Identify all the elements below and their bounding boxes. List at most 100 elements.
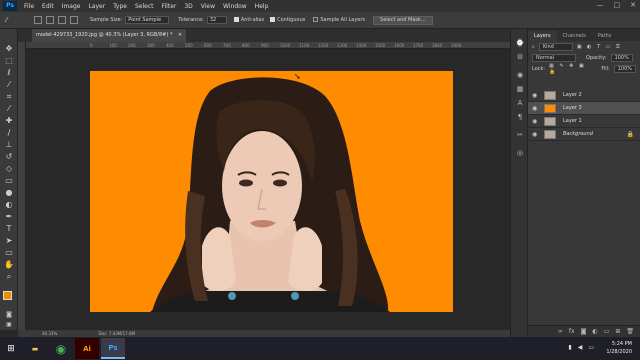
- select-and-mask-button[interactable]: Select and Mask...: [373, 15, 433, 25]
- fill-input[interactable]: 100%: [613, 64, 636, 73]
- lock-icons[interactable]: ▦ ✎ ✥ ▣ 🔒: [549, 63, 591, 75]
- add-mask-icon[interactable]: ◙: [581, 328, 587, 335]
- chrome-icon[interactable]: ◉: [49, 338, 73, 359]
- character-panel-icon[interactable]: A: [515, 99, 525, 108]
- clone-stamp-icon[interactable]: ⊥: [3, 140, 15, 150]
- battery-icon[interactable]: ▭: [588, 344, 594, 351]
- menu-view[interactable]: View: [197, 3, 219, 10]
- menu-3d[interactable]: 3D: [180, 3, 196, 10]
- menu-filter[interactable]: Filter: [158, 3, 181, 10]
- rectangle-tool-icon[interactable]: ▭: [3, 248, 15, 258]
- windows-start-icon[interactable]: ⊞: [0, 337, 22, 360]
- new-group-icon[interactable]: ▭: [604, 328, 610, 335]
- menu-layer[interactable]: Layer: [84, 3, 109, 10]
- properties-panel-icon[interactable]: ⚙: [515, 53, 525, 62]
- layer-row[interactable]: ◉ Layer 2: [528, 89, 640, 102]
- menu-select[interactable]: Select: [131, 3, 158, 10]
- maximize-button[interactable]: □: [614, 1, 621, 9]
- new-selection-icon[interactable]: [34, 16, 42, 24]
- crop-tool-icon[interactable]: ⌗: [3, 92, 15, 102]
- eye-icon[interactable]: ◉: [532, 115, 537, 128]
- sample-size-select[interactable]: Point Sample: [125, 16, 170, 24]
- magic-wand-tool-icon[interactable]: ⁄: [6, 16, 14, 24]
- paragraph-panel-icon[interactable]: ¶: [515, 113, 525, 122]
- hand-tool-icon[interactable]: ✋: [3, 260, 15, 270]
- color-panel-icon[interactable]: ◉: [515, 71, 525, 80]
- fill-label: Fill:: [601, 65, 610, 72]
- eye-icon[interactable]: ◉: [532, 89, 537, 102]
- layer-style-icon[interactable]: fx: [569, 328, 575, 335]
- blur-tool-icon[interactable]: ●: [3, 188, 15, 198]
- menu-help[interactable]: Help: [251, 3, 273, 10]
- menu-edit[interactable]: Edit: [38, 3, 58, 10]
- clock[interactable]: 5:24 PM 1/28/2020: [606, 340, 632, 356]
- menu-image[interactable]: Image: [58, 3, 85, 10]
- zoom-level[interactable]: 40.33%: [42, 331, 57, 336]
- tolerance-input[interactable]: 32: [206, 16, 227, 24]
- network-icon[interactable]: ▮: [568, 344, 571, 351]
- lasso-tool-icon[interactable]: ℓ: [3, 68, 15, 78]
- libraries-panel-icon[interactable]: ◎: [515, 149, 525, 158]
- layer-row[interactable]: ◉ Layer 1: [528, 115, 640, 128]
- marquee-tool-icon[interactable]: ⬚: [3, 56, 15, 66]
- magic-wand-icon[interactable]: ⁄: [3, 80, 15, 90]
- gradient-tool-icon[interactable]: ▭: [3, 176, 15, 186]
- healing-brush-icon[interactable]: ✚: [3, 116, 15, 126]
- eye-icon[interactable]: ◉: [532, 102, 537, 115]
- eraser-tool-icon[interactable]: ◇: [3, 164, 15, 174]
- tab-paths[interactable]: Paths: [592, 31, 618, 41]
- link-layers-icon[interactable]: ∞: [558, 328, 563, 335]
- menu-window[interactable]: Window: [219, 3, 251, 10]
- history-brush-icon[interactable]: ↺: [3, 152, 15, 162]
- layer-row[interactable]: ◉ Background 🔒: [528, 128, 640, 141]
- brush-tool-icon[interactable]: ∕: [3, 128, 15, 138]
- kind-filter-select[interactable]: Kind: [538, 42, 573, 51]
- tab-layers[interactable]: Layers: [528, 31, 557, 41]
- type-tool-icon[interactable]: T: [3, 224, 15, 234]
- tools-panel: ✥ ⬚ ℓ ⁄ ⌗ ⁄ ✚ ∕ ⊥ ↺ ◇ ▭ ● ◐ ✒ T ➤ ▭ ✋ ⌕ …: [0, 29, 18, 330]
- foreground-color-swatch[interactable]: [3, 291, 12, 300]
- opacity-input[interactable]: 100%: [610, 53, 633, 62]
- eyedropper-tool-icon[interactable]: ⁄: [3, 104, 15, 114]
- contiguous-checkbox[interactable]: Contiguous: [270, 17, 305, 23]
- minimize-button[interactable]: —: [597, 1, 604, 9]
- adjustment-layer-icon[interactable]: ◐: [592, 328, 597, 335]
- intersect-selection-icon[interactable]: [70, 16, 78, 24]
- blend-mode-select[interactable]: Normal: [532, 53, 576, 62]
- menu-bar: Ps File Edit Image Layer Type Select Fil…: [0, 0, 640, 12]
- layer-row[interactable]: ◉ Layer 3: [528, 102, 640, 115]
- swatches-panel-icon[interactable]: ▦: [515, 85, 525, 94]
- ruler-tick: 1200: [318, 43, 329, 48]
- screen-mode-icon[interactable]: ▣: [3, 320, 15, 330]
- history-panel-icon[interactable]: ⌚: [515, 39, 525, 48]
- photoshop-icon[interactable]: Ps: [101, 338, 125, 359]
- tools-panel-icon[interactable]: ✂: [515, 131, 525, 140]
- delete-layer-icon[interactable]: 🗑: [626, 328, 634, 335]
- dodge-tool-icon[interactable]: ◐: [3, 200, 15, 210]
- menu-type[interactable]: Type: [109, 3, 131, 10]
- anti-alias-checkbox[interactable]: Anti-alias: [233, 17, 264, 23]
- add-selection-icon[interactable]: [46, 16, 54, 24]
- new-layer-icon[interactable]: ⊞: [615, 328, 620, 335]
- close-window-button[interactable]: ✕: [630, 1, 636, 9]
- zoom-tool-icon[interactable]: ⌕: [3, 272, 15, 282]
- document-tab[interactable]: model-429733_1920.jpg @ 40.3% (Layer 3, …: [32, 29, 187, 42]
- document-canvas[interactable]: [90, 71, 453, 312]
- file-explorer-icon[interactable]: ▬: [23, 338, 47, 359]
- ruler-tick: 200: [128, 43, 136, 48]
- eye-icon[interactable]: ◉: [532, 128, 537, 141]
- volume-icon[interactable]: ◀: [578, 344, 583, 351]
- close-tab-icon[interactable]: ×: [178, 32, 182, 38]
- ruler-tick: 300: [147, 43, 155, 48]
- subtract-selection-icon[interactable]: [58, 16, 66, 24]
- illustrator-icon[interactable]: Ai: [75, 338, 99, 359]
- filter-icons[interactable]: ▣ ◐ T ▭ ⚿: [577, 44, 622, 50]
- pen-tool-icon[interactable]: ✒: [3, 212, 15, 222]
- tab-channels[interactable]: Channels: [557, 31, 592, 41]
- quick-mask-icon[interactable]: ◙: [3, 310, 15, 320]
- canvas-area[interactable]: ➘: [26, 50, 510, 330]
- move-tool-icon[interactable]: ✥: [3, 44, 15, 54]
- menu-file[interactable]: File: [20, 3, 38, 10]
- path-selection-icon[interactable]: ➤: [3, 236, 15, 246]
- sample-all-layers-checkbox[interactable]: Sample All Layers: [313, 17, 365, 23]
